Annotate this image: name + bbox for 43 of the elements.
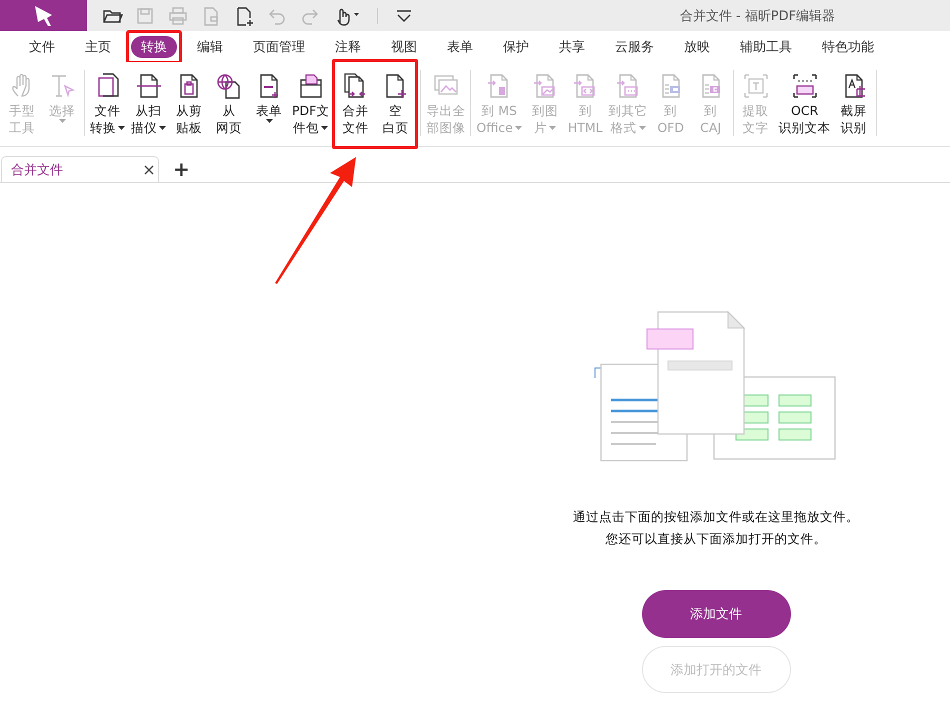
menu-tab[interactable]: 页面管理: [243, 36, 315, 58]
caret-icon: [59, 119, 66, 123]
window-title: 合并文件 - 福昕PDF编辑器: [678, 8, 836, 24]
close-icon[interactable]: [144, 164, 154, 174]
menu-tab[interactable]: 编辑: [187, 36, 233, 58]
menu-tab[interactable]: 注释: [325, 36, 371, 58]
form-button[interactable]: 表单: [249, 62, 289, 123]
file-button[interactable]: 文件 转换: [87, 62, 128, 136]
menu-tab[interactable]: 文件: [19, 36, 65, 58]
instruction-text: 通过点击下面的按钮添加文件或在这里拖放文件。: [573, 508, 859, 526]
menu-tab[interactable]: 辅助工具: [730, 36, 802, 58]
package-button[interactable]: PDF文 件包: [289, 62, 332, 136]
ocr-button[interactable]: OCR 识别文本: [776, 62, 834, 136]
menu-tab[interactable]: 特色功能: [812, 36, 884, 58]
menu-tab[interactable]: 转换: [131, 36, 177, 58]
menu-tab[interactable]: 主页: [75, 36, 121, 58]
document-tab[interactable]: 合并文件: [1, 156, 159, 182]
merge-button[interactable]: 合并 文件: [335, 62, 376, 146]
caret-icon: [514, 126, 522, 130]
app-logo[interactable]: [0, 0, 87, 31]
menu-tab[interactable]: 保护: [493, 36, 539, 58]
add-files-button[interactable]: 添加文件: [642, 590, 790, 638]
scan-button[interactable]: 从扫 描仪: [128, 62, 169, 136]
caret-icon: [159, 126, 166, 130]
caret-icon: [118, 126, 125, 130]
new-tab-button[interactable]: +: [173, 159, 190, 179]
menu-tab[interactable]: 共享: [549, 36, 595, 58]
clipboard-button[interactable]: 从剪 贴板: [169, 62, 209, 136]
menu-tab[interactable]: 视图: [381, 36, 427, 58]
scan-icon: [134, 72, 162, 100]
menu-tab[interactable]: 放映: [674, 36, 720, 58]
menu-tab[interactable]: 表单: [437, 36, 483, 58]
ocr-icon: [790, 72, 819, 100]
blank-button[interactable]: 空 白页: [375, 62, 416, 146]
screen-button[interactable]: 截屏 识别: [834, 62, 874, 136]
caret-icon: [321, 126, 328, 130]
menu-tab[interactable]: 云服务: [605, 36, 664, 58]
caret-icon: [638, 126, 646, 130]
caret-icon: [266, 119, 273, 123]
instruction-text: 您还可以直接从下面添加打开的文件。: [606, 530, 826, 548]
text-icon: [742, 72, 770, 100]
web-button[interactable]: 从 网页: [209, 62, 249, 136]
caret-icon: [548, 126, 556, 130]
